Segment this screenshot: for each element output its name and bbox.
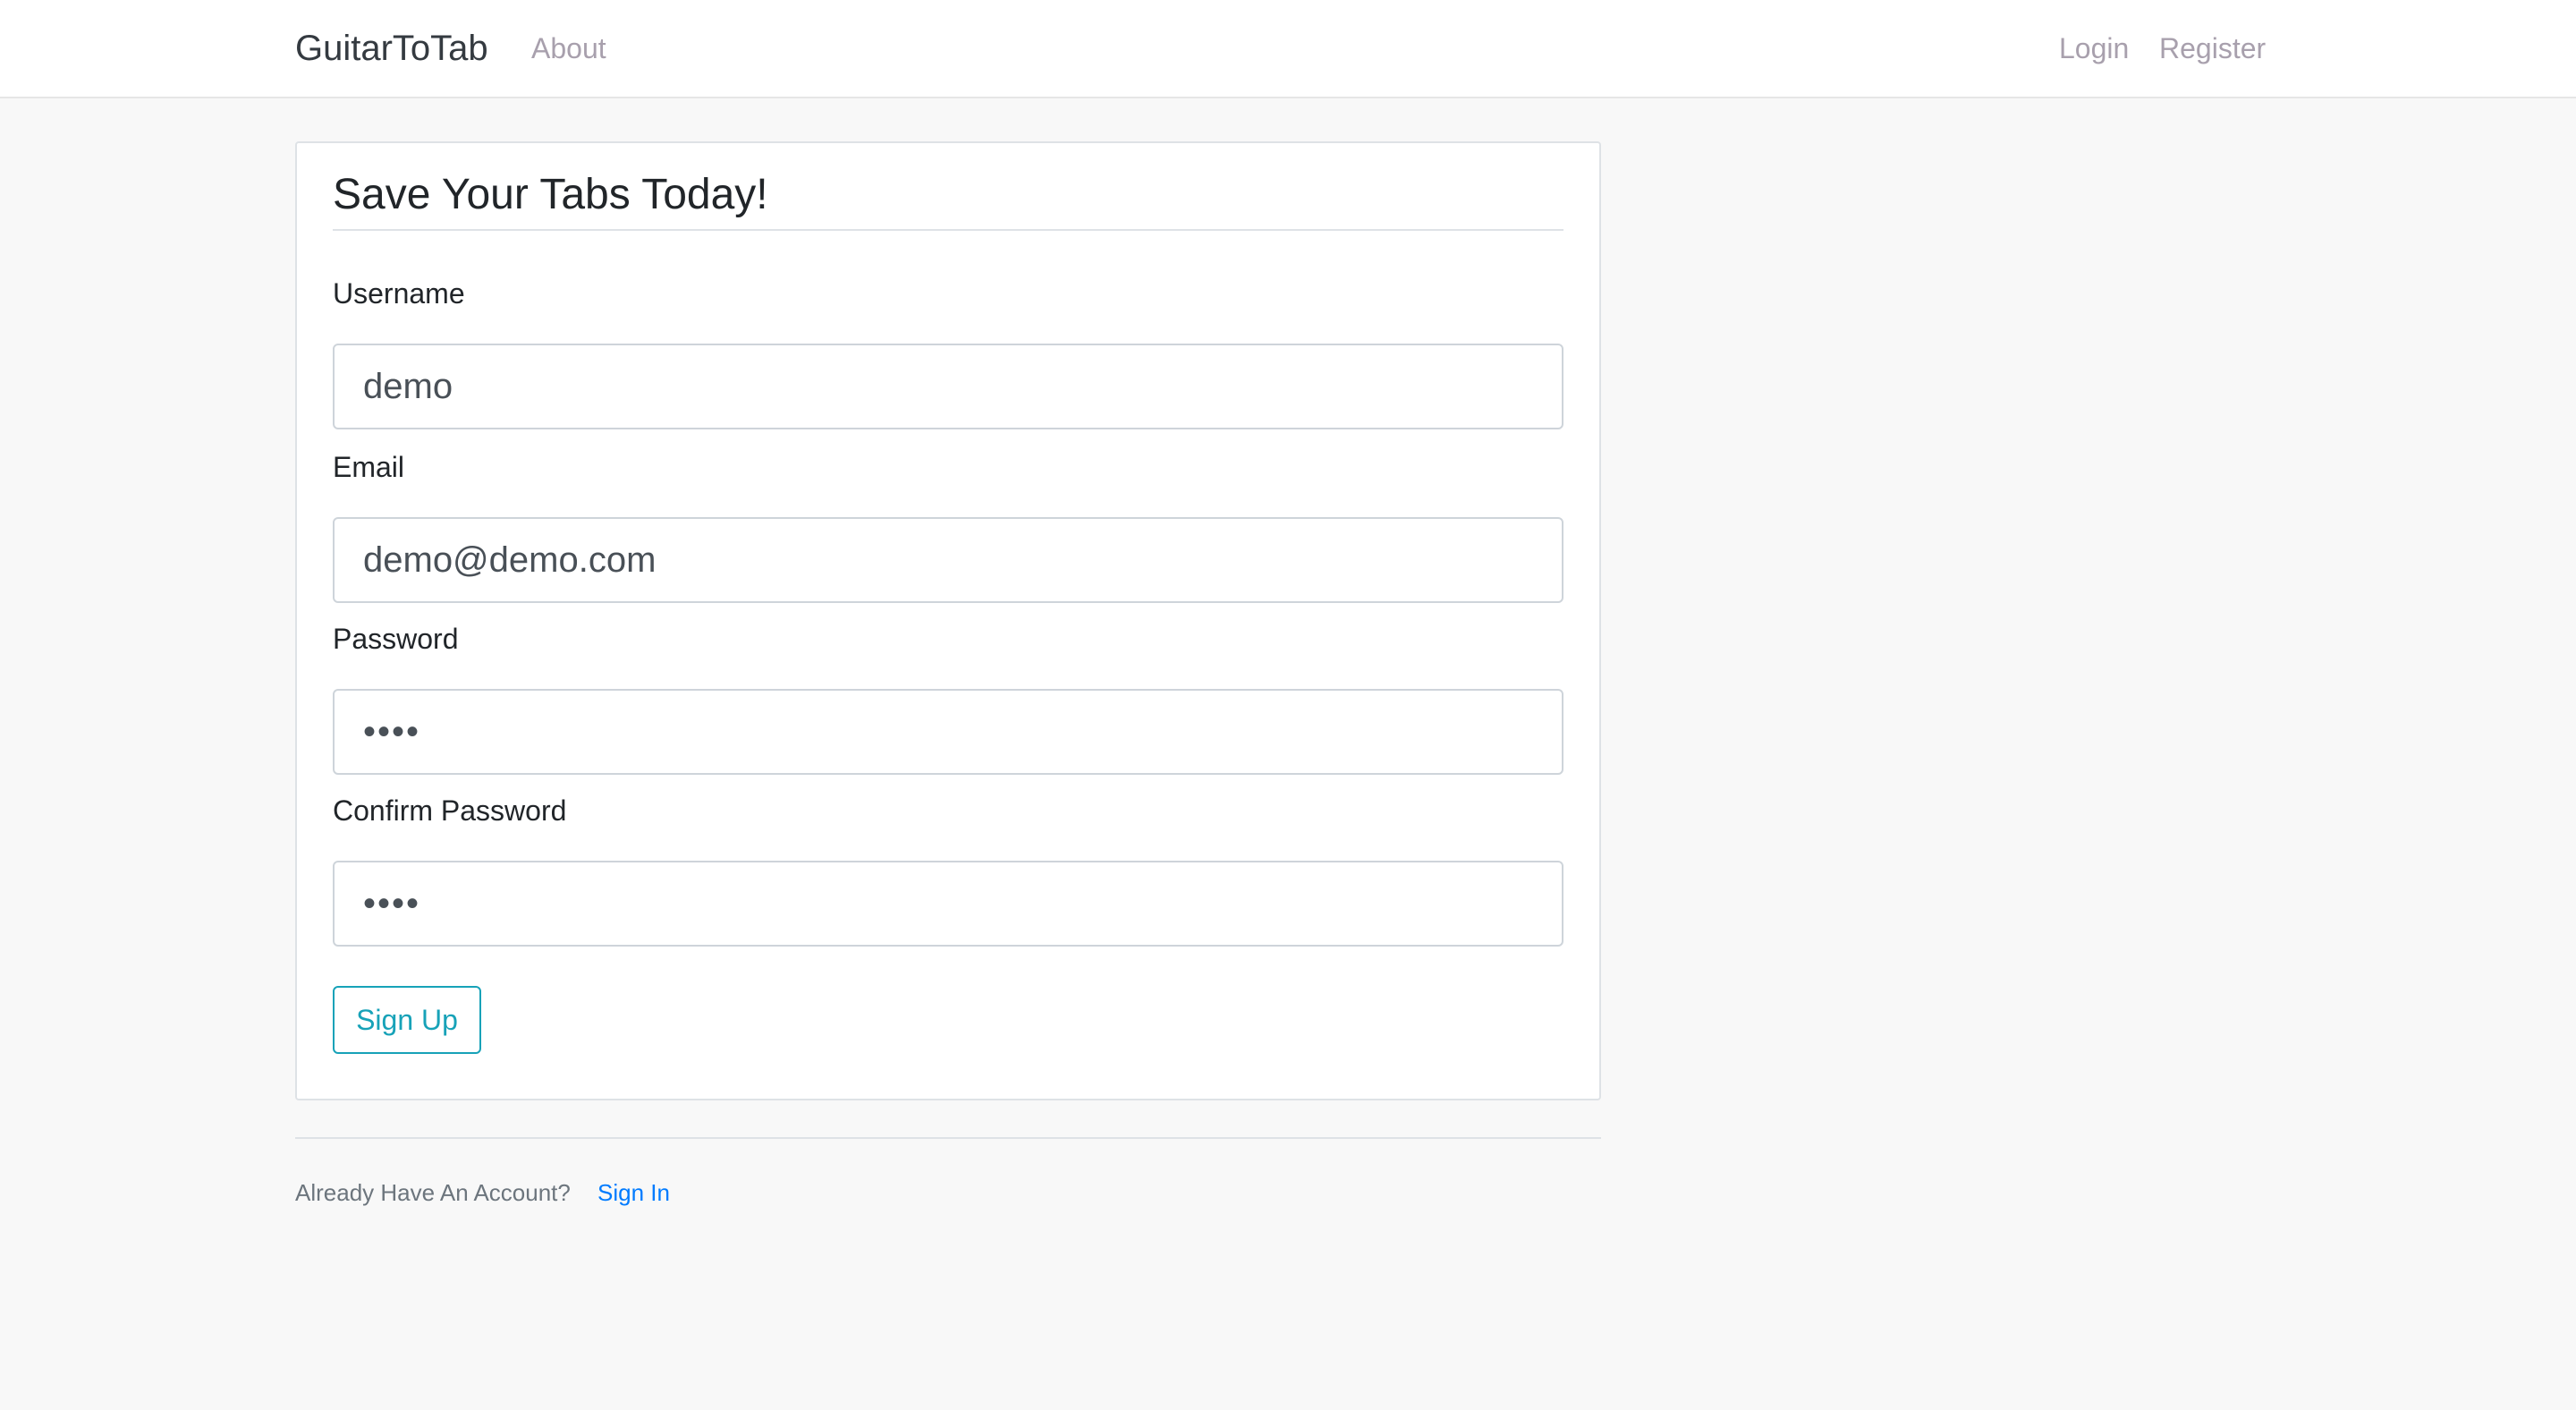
form-legend: Save Your Tabs Today!: [333, 166, 1563, 231]
nav-link-about[interactable]: About: [531, 30, 606, 66]
nav-link-login[interactable]: Login: [2059, 30, 2129, 66]
email-label: Email: [333, 451, 405, 483]
signup-form-card: Save Your Tabs Today! Username Email Pas…: [295, 141, 1601, 1100]
sign-up-button[interactable]: Sign Up: [333, 986, 481, 1054]
sign-in-link[interactable]: Sign In: [597, 1177, 670, 1208]
password-label: Password: [333, 623, 459, 655]
top-navbar: GuitarToTab About Login Register: [0, 0, 2576, 98]
password-input[interactable]: [333, 689, 1563, 775]
username-input[interactable]: [333, 344, 1563, 429]
footer-divider: [295, 1137, 1601, 1139]
already-have-account-text: Already Have An Account?: [295, 1179, 571, 1206]
confirm-password-label: Confirm Password: [333, 794, 567, 827]
brand-logo-link[interactable]: GuitarToTab: [295, 27, 488, 70]
confirm-password-input[interactable]: [333, 861, 1563, 947]
nav-link-register[interactable]: Register: [2159, 30, 2266, 66]
username-label: Username: [333, 277, 465, 310]
email-input[interactable]: [333, 517, 1563, 603]
